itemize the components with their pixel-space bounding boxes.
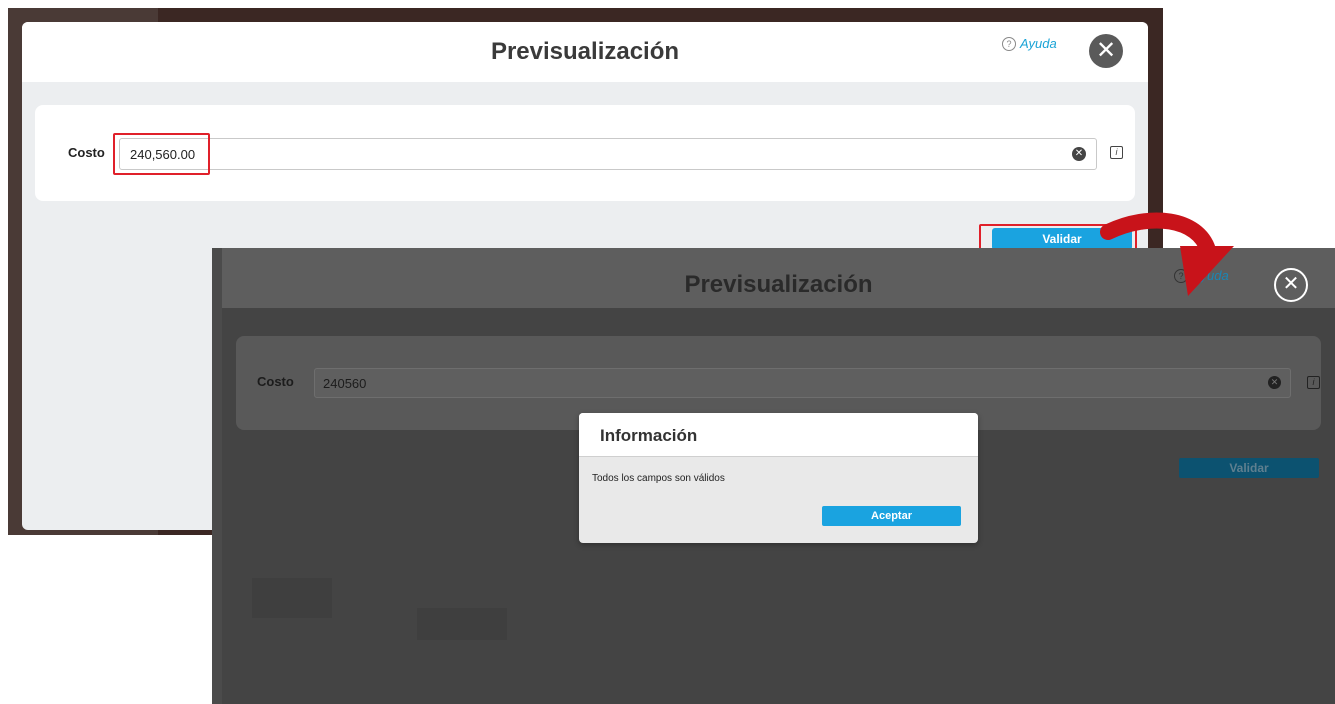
highlight-box-value	[113, 133, 210, 175]
costo-input[interactable]: 240,560.00 ✕	[119, 138, 1097, 170]
help-link[interactable]: ? Ayuda	[1002, 36, 1057, 51]
clear-icon[interactable]: ✕	[1268, 376, 1281, 389]
help-label: Ayuda	[1192, 268, 1229, 283]
dialog-title: Información	[600, 426, 698, 445]
costo-label: Costo	[257, 374, 294, 389]
close-icon[interactable]: ✕	[1089, 34, 1123, 68]
help-icon: ?	[1174, 268, 1188, 283]
help-label: Ayuda	[1020, 36, 1057, 51]
help-icon: ?	[1002, 36, 1016, 51]
validate-button[interactable]: Validar	[1179, 458, 1319, 478]
info-icon[interactable]: i	[1110, 146, 1123, 159]
costo-value: 240560	[323, 376, 367, 391]
dialog-header: Información	[579, 413, 978, 457]
clear-icon[interactable]: ✕	[1072, 147, 1086, 161]
screenshot-after: Previsualización ? Ayuda ✕ Costo 240560 …	[212, 248, 1335, 704]
modal-header: Previsualización ? Ayuda ✕	[22, 22, 1148, 82]
background-ghost	[417, 608, 507, 640]
info-dialog: Información Todos los campos son válidos…	[579, 413, 978, 543]
dialog-message: Todos los campos son válidos	[592, 473, 725, 484]
info-icon[interactable]: i	[1307, 376, 1320, 389]
costo-label: Costo	[68, 145, 105, 160]
modal-title: Previsualización	[684, 271, 873, 298]
modal-title: Previsualización	[490, 38, 680, 65]
costo-input[interactable]: 240560 ✕	[314, 368, 1291, 398]
accept-button[interactable]: Aceptar	[822, 506, 961, 526]
background-ghost	[252, 578, 332, 618]
close-icon[interactable]: ✕	[1274, 268, 1308, 302]
help-link[interactable]: ? Ayuda	[1174, 268, 1229, 283]
